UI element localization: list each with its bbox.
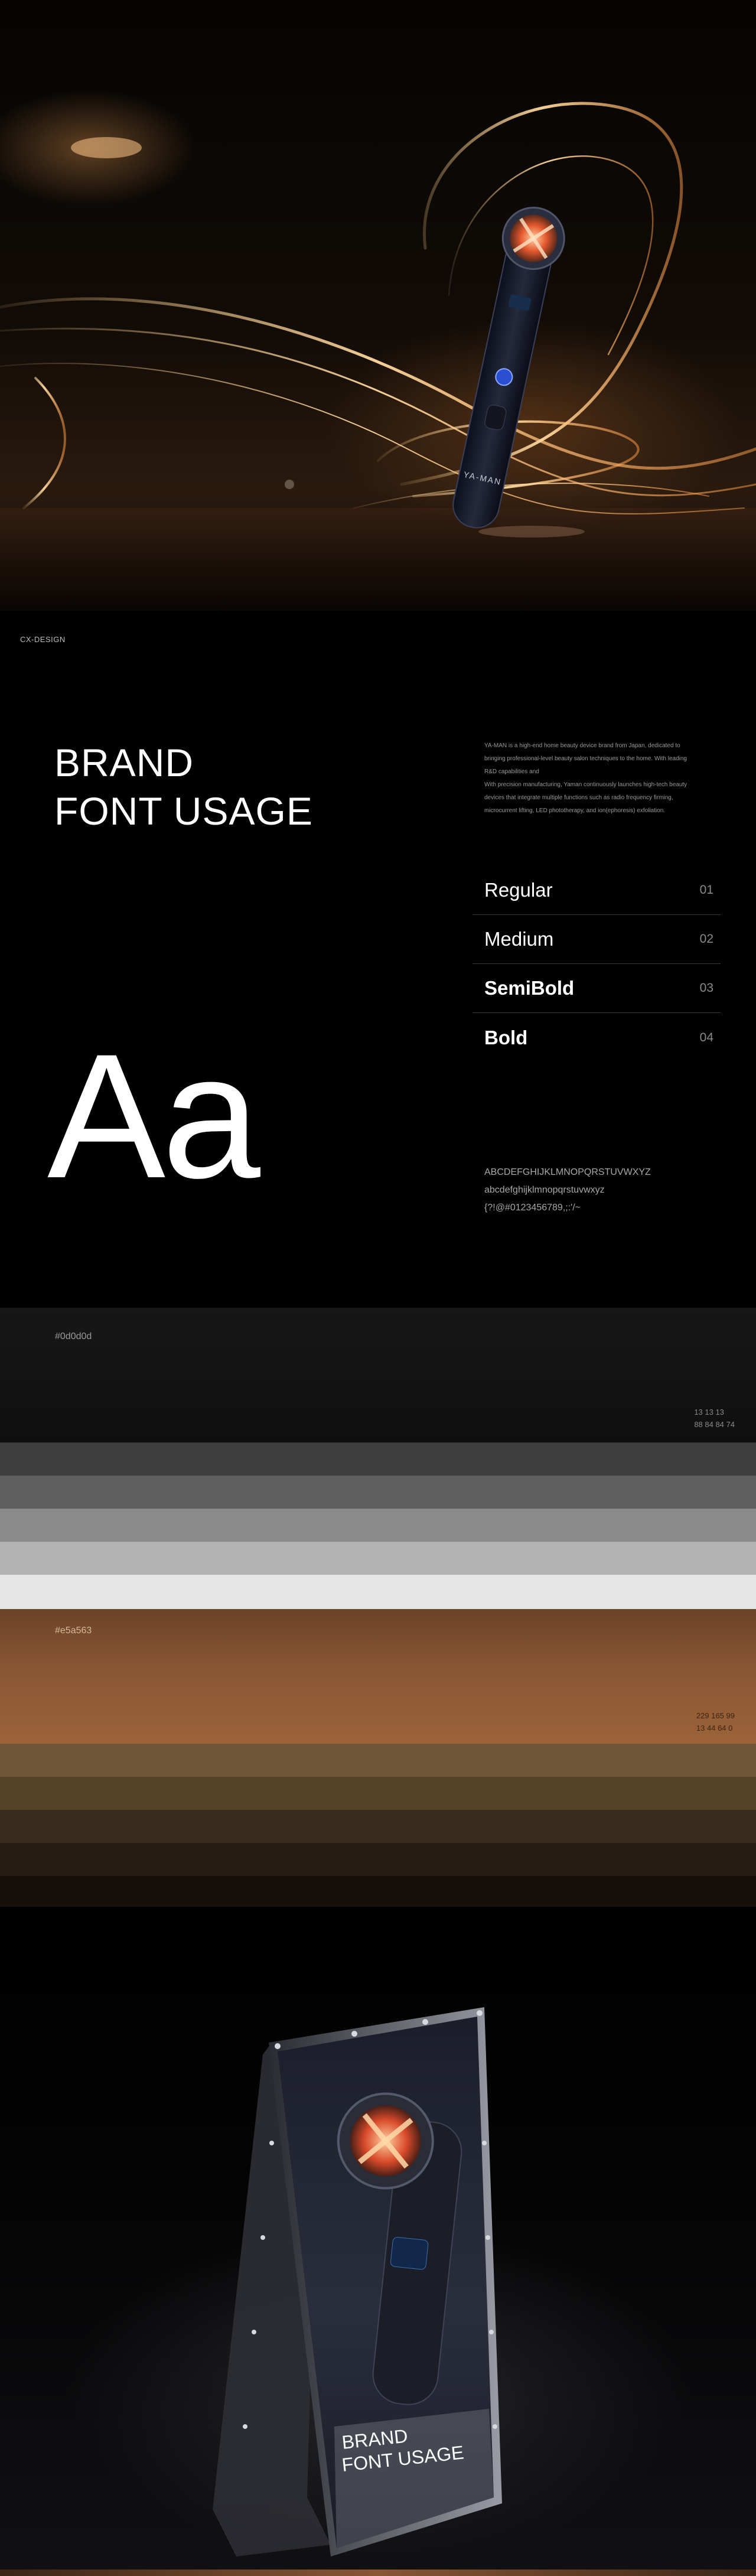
brand-title: BRAND FONT USAGE (54, 738, 313, 835)
description-line: With precision manufacturing, Yaman cont… (484, 781, 687, 788)
weight-name: Regular (484, 879, 553, 901)
font-weight-list: Regular 01 Medium 02 SemiBold 03 Bold 04 (472, 866, 721, 1062)
weight-row-medium: Medium 02 (472, 915, 721, 964)
weight-row-semibold: SemiBold 03 (472, 964, 721, 1013)
character-set: ABCDEFGHIJKLMNOPQRSTUVWXYZ abcdefghijklm… (484, 1164, 732, 1217)
light-trail (0, 327, 756, 497)
weight-number: 03 (699, 981, 713, 995)
color-values: 13 13 13 88 84 84 74 (694, 1406, 735, 1431)
bokeh-dot (285, 480, 294, 489)
description-line: devices that integrate multiple function… (484, 794, 673, 801)
aframe-sign-illustration: BRAND FONT USAGE (213, 2007, 502, 2557)
shade-stripe (0, 1843, 756, 1876)
tint-stripe (0, 1476, 756, 1509)
brand-description: YA-MAN is a high-end home beauty device … (484, 740, 721, 818)
tint-stripe (0, 1542, 756, 1575)
tint-stripe (0, 1442, 756, 1476)
light-trail (22, 377, 66, 509)
poster-mockup: BRAND FONT USAGE (0, 1907, 756, 2576)
color-swatch-primary: #0d0d0d 13 13 13 88 84 84 74 (0, 1308, 756, 1442)
color-cmyk: 88 84 84 74 (694, 1420, 735, 1429)
weight-number: 02 (699, 932, 713, 946)
color-hex: #0d0d0d (55, 1331, 92, 1341)
color-cmyk: 13 44 64 0 (696, 1724, 733, 1732)
light-trail-group (0, 102, 756, 514)
weight-row-regular: Regular 01 (472, 866, 721, 915)
studio-label: CX-DESIGN (20, 635, 66, 644)
color-hex: #e5a563 (55, 1626, 92, 1636)
hero-banner: YA-MAN (0, 0, 756, 611)
color-rgb: 229 165 99 (696, 1711, 735, 1720)
description-line: R&D capabilities and (484, 768, 539, 775)
bottom-accent-strip (0, 2570, 756, 2576)
light-trail (0, 363, 745, 514)
shade-stripe (0, 1876, 756, 1907)
shade-stripe (0, 1777, 756, 1810)
weight-number: 01 (699, 883, 713, 897)
description-line: microcurrent lifting, LED phototherapy, … (484, 807, 666, 814)
description-line: bringing professional-level beauty salon… (484, 755, 687, 762)
weight-row-bold: Bold 04 (472, 1013, 721, 1062)
lamp-glow (71, 137, 142, 158)
brand-title-line2: FONT USAGE (54, 789, 313, 833)
shade-stripe (0, 1744, 756, 1777)
weight-number: 04 (699, 1030, 713, 1044)
description-line: YA-MAN is a high-end home beauty device … (484, 742, 680, 749)
color-rgb: 13 13 13 (694, 1408, 724, 1416)
tint-stripe (0, 1575, 756, 1609)
weight-name: Medium (484, 928, 554, 950)
color-values: 229 165 99 13 44 64 0 (696, 1709, 735, 1734)
brand-font-section: CX-DESIGN BRAND FONT USAGE YA-MAN is a h… (0, 611, 756, 1308)
charset-uppercase: ABCDEFGHIJKLMNOPQRSTUVWXYZ (484, 1167, 651, 1177)
font-specimen: Aa (47, 1017, 260, 1215)
weight-name: Bold (484, 1026, 528, 1048)
tint-stripe (0, 1509, 756, 1542)
hero-illustration: YA-MAN (0, 102, 756, 538)
charset-lowercase: abcdefghijklmnopqrstuvwxyz (484, 1185, 605, 1195)
charset-symbols: {?!@#0123456789,;:'/~ (484, 1203, 581, 1213)
weight-name: SemiBold (484, 977, 575, 999)
device-reflection (478, 526, 585, 538)
color-swatch-accent: #e5a563 229 165 99 13 44 64 0 (0, 1609, 756, 1744)
brand-title-line1: BRAND (54, 741, 194, 784)
shade-stripe (0, 1810, 756, 1843)
